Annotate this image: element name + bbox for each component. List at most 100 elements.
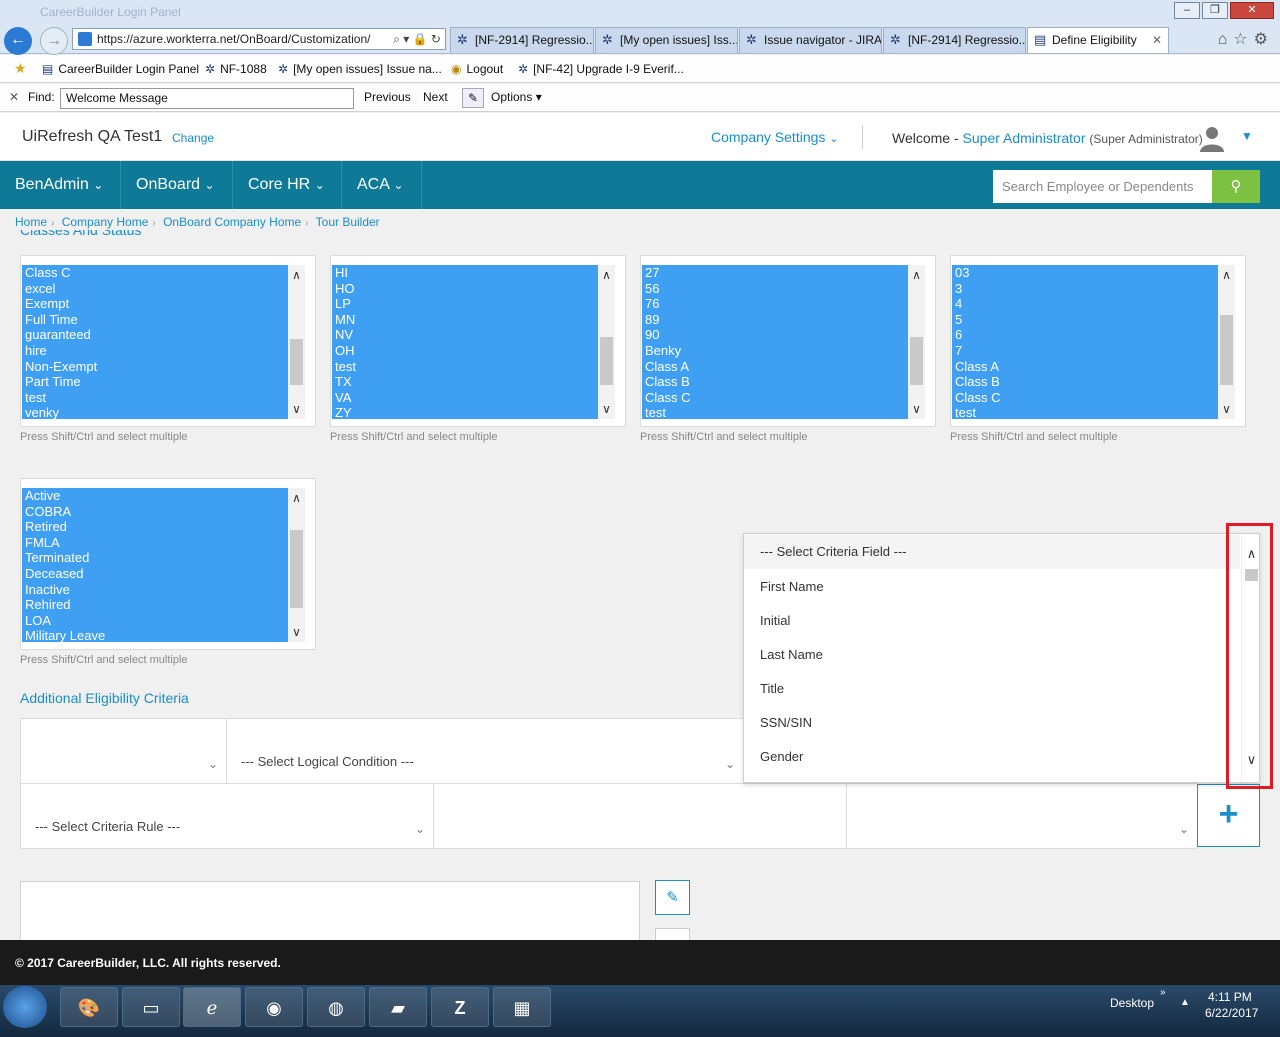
tab-1[interactable]: ✲ [NF-2914] Regressio... <box>450 27 594 53</box>
breadcrumb-company-home[interactable]: Company Home <box>62 215 149 229</box>
list-option[interactable]: Class C <box>952 390 1218 406</box>
user-name-link[interactable]: Super Administrator <box>963 130 1086 146</box>
scrollbar[interactable]: ∧ ∨ <box>908 265 925 419</box>
list-option[interactable]: 56 <box>642 281 908 297</box>
internet-explorer-icon[interactable]: ℯ <box>183 987 241 1027</box>
list-option[interactable]: venky <box>22 405 288 419</box>
list-option[interactable]: 5 <box>952 312 1218 328</box>
list-option[interactable]: Deceased <box>22 566 288 582</box>
criteria-value-input[interactable] <box>433 783 847 849</box>
fav-nf-1088[interactable]: ✲ NF-1088 <box>205 62 267 76</box>
list-option[interactable]: 7 <box>952 343 1218 359</box>
list-option[interactable]: Active <box>22 488 288 504</box>
scrollbar[interactable]: ∧ ∨ <box>598 265 615 419</box>
company-settings-menu[interactable]: Company Settings ⌄ <box>711 129 839 145</box>
list-option[interactable]: Rehired <box>22 597 288 613</box>
find-next-button[interactable]: Next <box>423 90 448 104</box>
chevron-up-icon[interactable]: ∧ <box>288 268 305 282</box>
list-option[interactable]: OH <box>332 343 598 359</box>
search-employee-input[interactable]: Search Employee or Dependents <box>993 170 1213 203</box>
list-option[interactable]: Benky <box>642 343 908 359</box>
edit-criteria-button[interactable]: ✎ <box>655 880 690 915</box>
search-button[interactable]: ⚲ <box>1212 170 1260 203</box>
tray-expand-icon[interactable]: ▲ <box>1180 997 1190 1008</box>
close-tab-icon[interactable]: ✕ <box>1152 28 1162 52</box>
criteria-open-paren-select[interactable]: ⌄ <box>20 718 227 784</box>
dropdown-option[interactable]: Last Name <box>744 638 1240 672</box>
list-option[interactable]: 89 <box>642 312 908 328</box>
chrome-icon[interactable]: ◉ <box>245 987 303 1027</box>
clock-date[interactable]: 6/22/2017 <box>1205 1006 1258 1020</box>
find-input[interactable]: Welcome Message <box>60 88 354 109</box>
list-option[interactable]: test <box>642 405 908 419</box>
dropdown-option[interactable]: Initial <box>744 604 1240 638</box>
forward-icon[interactable]: → <box>40 27 68 55</box>
list-option[interactable]: COBRA <box>22 504 288 520</box>
nav-core-hr[interactable]: Core HR ⌄ <box>233 161 342 209</box>
chevron-down-icon[interactable]: ∨ <box>598 402 615 416</box>
address-bar[interactable]: https://azure.workterra.net/OnBoard/Cust… <box>72 28 446 50</box>
start-button[interactable] <box>3 986 47 1028</box>
tab-2[interactable]: ✲ [My open issues] Iss... <box>595 27 738 53</box>
criteria-close-paren-select[interactable]: ⌄ <box>846 783 1198 849</box>
list-option[interactable]: excel <box>22 281 288 297</box>
list-option[interactable]: Full Time <box>22 312 288 328</box>
nav-aca[interactable]: ACA ⌄ <box>342 161 422 209</box>
file-explorer-icon[interactable]: ▦ <box>493 987 551 1027</box>
find-options-button[interactable]: Options ▾ <box>491 90 542 104</box>
change-company-link[interactable]: Change <box>172 131 214 145</box>
list-option[interactable]: Inactive <box>22 582 288 598</box>
list-option[interactable]: ZY <box>332 405 598 419</box>
back-icon[interactable]: ← <box>4 27 32 55</box>
tab-define-eligibility[interactable]: ▤ Define Eligibility ✕ <box>1027 27 1169 53</box>
chevron-up-icon[interactable]: ∧ <box>598 268 615 282</box>
chevron-up-icon[interactable]: ∧ <box>908 268 925 282</box>
fav-logout[interactable]: ◉ Logout <box>451 62 503 76</box>
zoom-app-icon[interactable]: Z <box>431 987 489 1027</box>
list-option[interactable]: LOA <box>22 613 288 629</box>
list-option[interactable]: 90 <box>642 327 908 343</box>
list-option[interactable]: Class B <box>642 374 908 390</box>
chevron-down-icon[interactable]: ∨ <box>288 625 305 639</box>
breadcrumb-home[interactable]: Home <box>15 215 47 229</box>
criteria-rule-select[interactable]: --- Select Criteria Rule --- ⌄ <box>20 783 434 849</box>
scrollbar-thumb[interactable] <box>600 337 613 385</box>
multi-select-list[interactable]: 03 3 4 5 6 7 Class A Class B Class Ctest <box>952 265 1218 419</box>
breadcrumb-tour-builder[interactable]: Tour Builder <box>316 215 380 229</box>
list-option[interactable]: 03 <box>952 265 1218 281</box>
breadcrumb-onboard-company-home[interactable]: OnBoard Company Home <box>163 215 301 229</box>
add-criteria-button[interactable]: + <box>1197 784 1260 847</box>
dropdown-option[interactable]: First Name <box>744 570 1240 604</box>
list-option[interactable]: hire <box>22 343 288 359</box>
list-option[interactable]: 76 <box>642 296 908 312</box>
user-menu-caret-icon[interactable]: ▼ <box>1241 129 1253 143</box>
browser-tool-icons[interactable]: ⌂☆⚙ <box>1218 29 1274 49</box>
scrollbar-thumb[interactable] <box>910 337 923 385</box>
chevron-down-icon[interactable]: ∨ <box>908 402 925 416</box>
list-option[interactable]: Class C <box>22 265 288 281</box>
notepad-icon[interactable]: ▭ <box>122 987 180 1027</box>
chevron-up-icon[interactable]: ∧ <box>1218 268 1235 282</box>
firefox-icon[interactable]: ◍ <box>307 987 365 1027</box>
list-option[interactable]: test <box>952 405 1218 419</box>
fav-careerbuilder[interactable]: ▤ CareerBuilder Login Panel <box>42 62 199 76</box>
criteria-expression-box[interactable] <box>20 881 640 943</box>
list-option[interactable]: 27 <box>642 265 908 281</box>
list-option[interactable]: test <box>332 359 598 375</box>
favorites-star-icon[interactable]: ★ <box>14 60 27 77</box>
desktop-toolbar-label[interactable]: Desktop <box>1110 996 1154 1010</box>
chevron-up-icon[interactable]: ∧ <box>288 491 305 505</box>
list-option[interactable]: HI <box>332 265 598 281</box>
list-option[interactable]: Exempt <box>22 296 288 312</box>
list-option[interactable]: 3 <box>952 281 1218 297</box>
list-option[interactable]: 4 <box>952 296 1218 312</box>
fav-open-issues[interactable]: ✲ [My open issues] Issue na... <box>278 62 442 76</box>
list-option[interactable]: Class A <box>642 359 908 375</box>
logical-condition-select[interactable]: --- Select Logical Condition --- ⌄ <box>226 718 744 784</box>
highlight-icon[interactable]: ✎ <box>462 88 484 108</box>
list-option[interactable]: Retired <box>22 519 288 535</box>
list-option[interactable]: HO <box>332 281 598 297</box>
list-option[interactable]: 6 <box>952 327 1218 343</box>
restore-button[interactable]: ❐ <box>1202 2 1228 19</box>
scrollbar[interactable]: ∧ ∨ <box>1218 265 1235 419</box>
